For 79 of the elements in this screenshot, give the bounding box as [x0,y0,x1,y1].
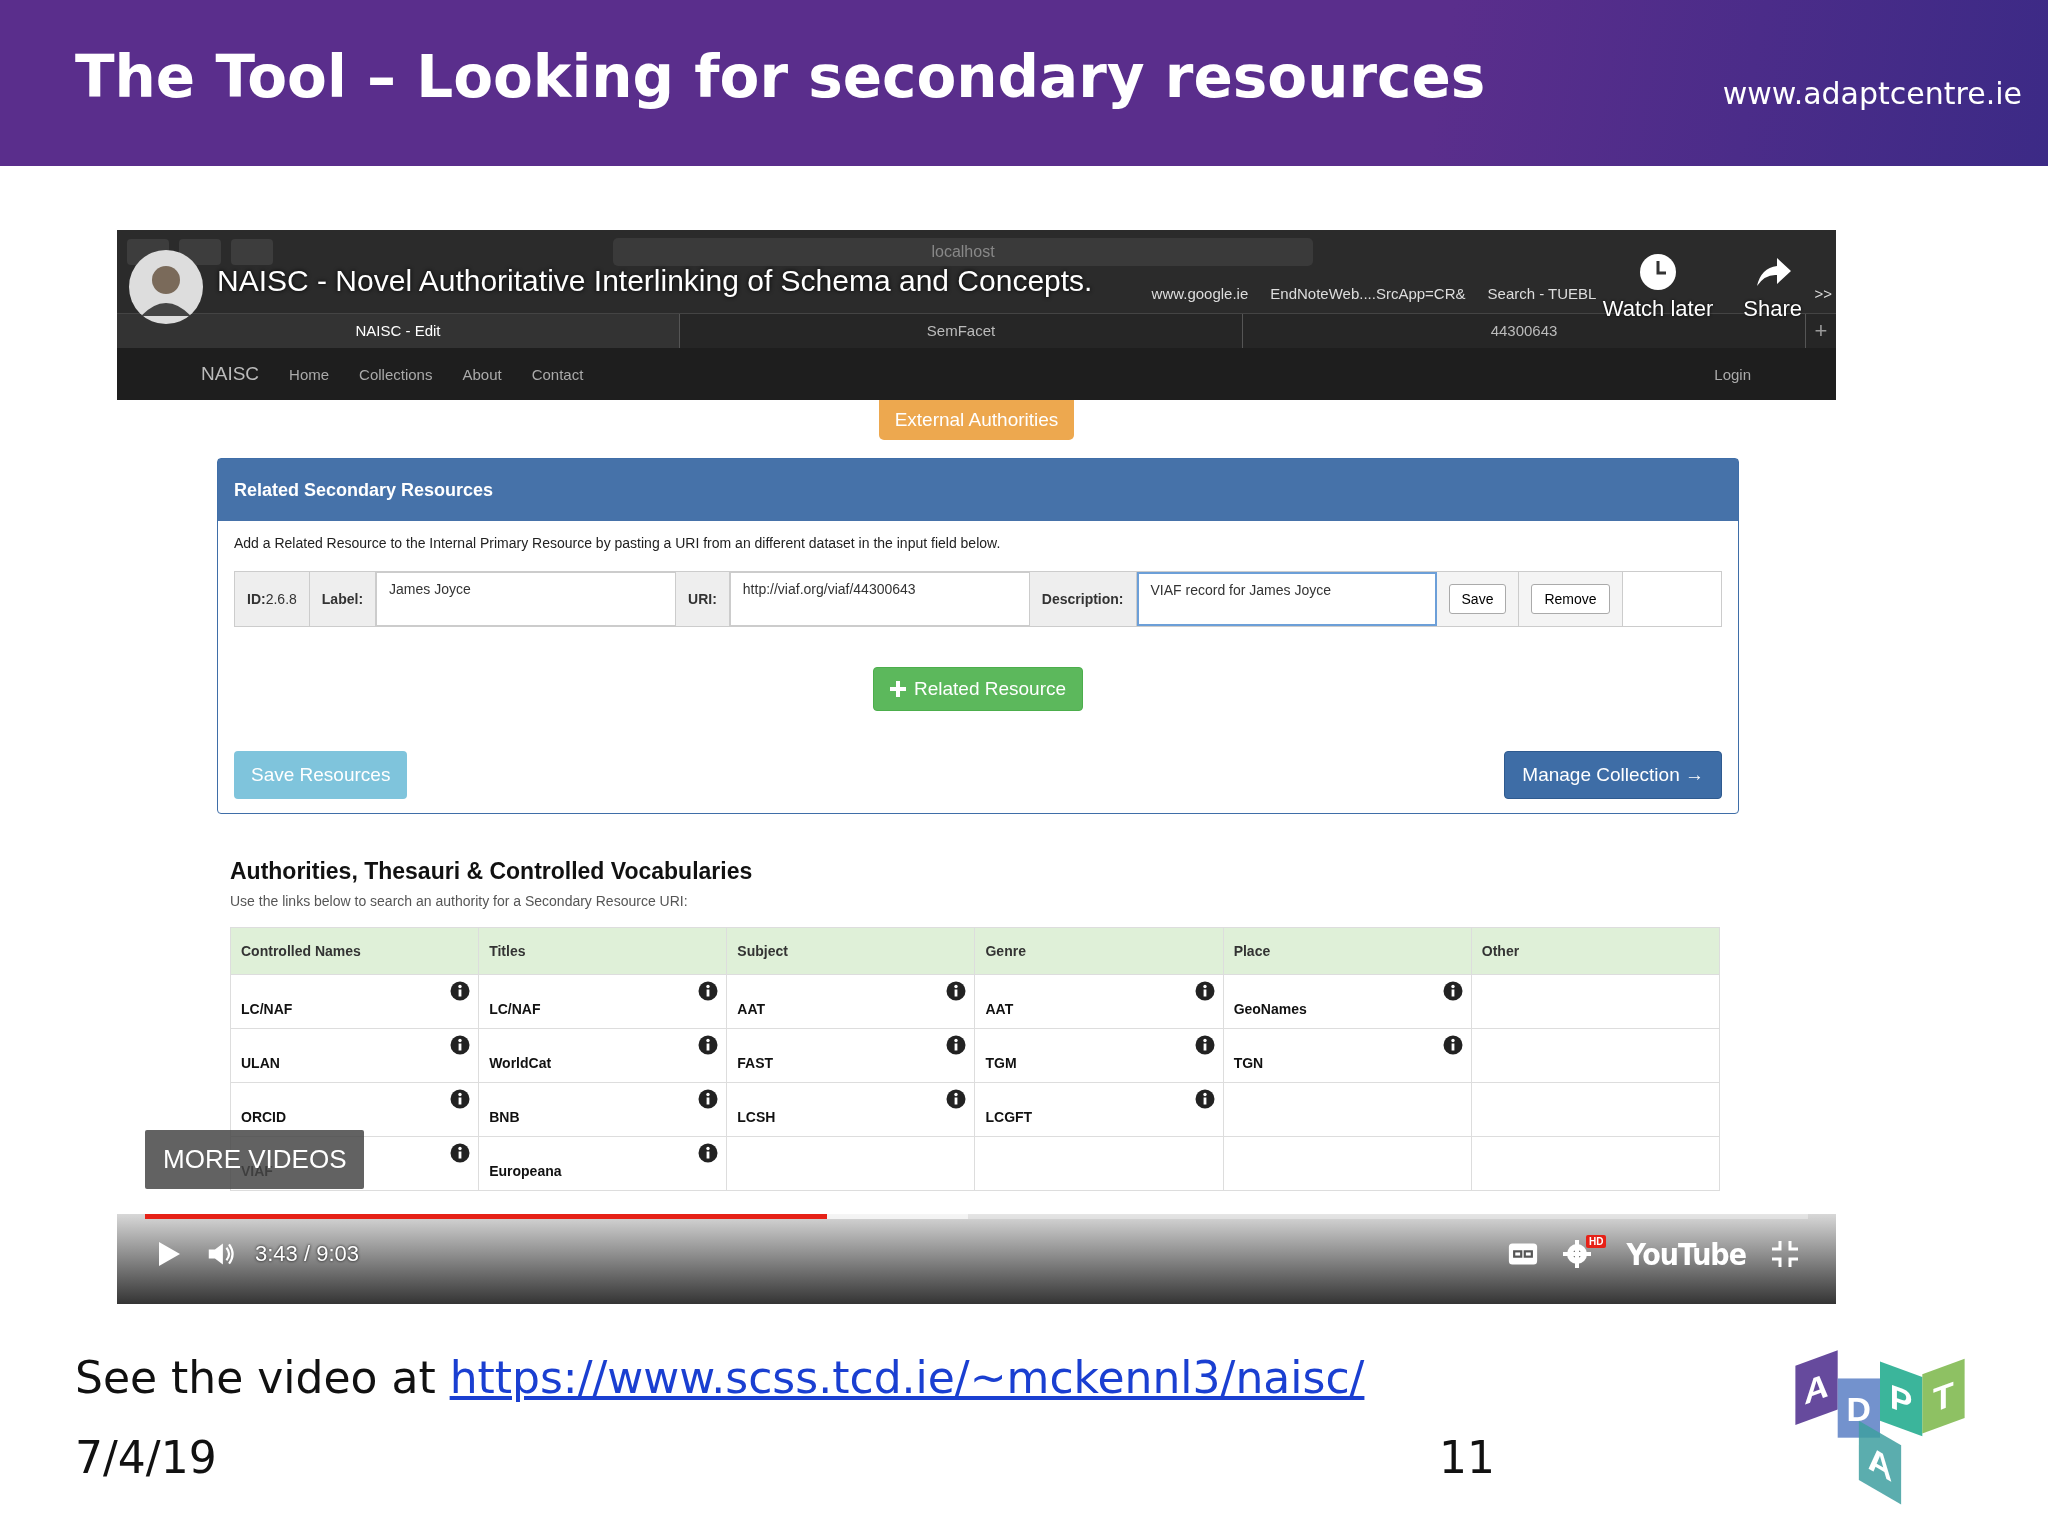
home-button[interactable] [179,238,221,265]
nav-link[interactable]: Collections [359,365,433,383]
browser-tab[interactable]: NAISC - Edit [117,314,680,348]
nav-link[interactable]: Home [289,365,330,383]
authority-link[interactable]: ORCID [241,1108,287,1125]
authority-link[interactable]: ULAN [241,1054,280,1071]
nav-link[interactable]: Contact [531,365,584,383]
row-button[interactable]: Remove [1531,584,1610,614]
info-icon[interactable] [698,1143,719,1163]
row-button[interactable]: Save [1448,584,1507,614]
authority-link[interactable]: FAST [737,1054,774,1071]
info-icon[interactable] [698,1035,719,1055]
authority-link[interactable]: LCGFT [985,1108,1033,1125]
info-icon[interactable] [1442,981,1463,1001]
avatar-icon[interactable] [129,250,203,324]
column-header: Other [1471,927,1720,975]
info-icon[interactable] [1194,981,1215,1001]
bookmark[interactable]: Search - TUEBL [1487,284,1597,302]
hd-badge: HD [1586,1235,1607,1248]
text-area[interactable]: James Joyce [376,572,677,626]
section-heading: Authorities, Thesauri & Controlled Vocabularies [230,858,754,885]
id-label: ID:2.6.8 [235,572,310,626]
new-tab-button[interactable]: + [1806,318,1836,344]
authority-link[interactable]: TGN [1233,1054,1264,1071]
nav-link[interactable]: About [462,365,502,383]
slide-title: The Tool – Looking for secondary resources [75,43,1486,111]
slide-date: 7/4/19 [75,1432,217,1483]
video-time: 3:43 / 9:03 [255,1241,359,1267]
column-header: Subject [726,927,975,975]
column-header: Titles [478,927,727,975]
authority-link[interactable]: WorldCat [489,1054,552,1071]
field-label: Description: [1029,572,1137,626]
progress-bar[interactable] [145,1214,1808,1219]
info-icon[interactable] [450,1143,471,1163]
video-link-text: See the video at https://www.scss.tcd.ie/~mckennl3/naisc/ [75,1352,1365,1403]
info-icon[interactable] [450,981,471,1001]
bookmarks-overflow[interactable]: >> [1814,284,1832,302]
authority-link[interactable]: BNB [489,1108,520,1125]
video-link[interactable]: https://www.scss.tcd.ie/~mckennl3/naisc/ [449,1352,1365,1403]
authority-link[interactable]: LC/NAF [489,1000,541,1017]
exit-fullscreen-icon[interactable] [1770,1239,1800,1269]
text-area[interactable]: http://viaf.org/viaf/44300643 [729,572,1030,626]
authority-link[interactable]: LCSH [737,1108,776,1125]
field-label: Label: [309,572,377,626]
column-header: Place [1223,927,1472,975]
section-subtitle: Use the links below to search an authority for a Secondary Resource URI: [230,893,689,909]
authority-link[interactable]: TGM [985,1054,1017,1071]
bookmark[interactable]: EndNoteWeb....SrcApp=CR& [1270,284,1466,302]
plus-icon [889,681,906,697]
website-url: www.adaptcentre.ie [1722,75,2022,111]
authority-link[interactable]: AAT [737,1000,766,1017]
clock-icon[interactable] [1638,252,1679,292]
info-icon[interactable] [1442,1035,1463,1055]
video-title[interactable]: NAISC - Novel Authoritative Interlinking of Schema and Concepts. [217,264,1093,298]
column-header: Controlled Names [230,927,479,975]
text-area[interactable]: VIAF record for James Joyce [1136,572,1437,626]
authority-link[interactable]: Europeana [489,1162,562,1179]
navbar-brand[interactable]: NAISC [201,363,260,385]
login-link[interactable]: Login [1714,365,1751,383]
adapt-logo: A D A P T [1770,1340,1990,1510]
info-icon[interactable] [946,1089,967,1109]
info-icon[interactable] [946,1035,967,1055]
info-icon[interactable] [450,1035,471,1055]
manage-collection-button[interactable]: Manage Collection → [1504,751,1722,799]
authority-link[interactable]: AAT [985,1000,1014,1017]
panel-intro: Add a Related Resource to the Internal Primary Resource by pasting a URI from an different dataset in the input field below. [234,535,1002,551]
panel-title: Related Secondary Resources [234,479,494,501]
info-icon[interactable] [1194,1035,1215,1055]
bookmark[interactable]: www.google.ie [1151,284,1249,302]
authority-link[interactable]: LC/NAF [241,1000,293,1017]
info-icon[interactable] [698,1089,719,1109]
field-label: URI: [676,572,730,626]
info-icon[interactable] [450,1089,471,1109]
column-header: Genre [974,927,1224,975]
page-number: 11 [1439,1432,1495,1483]
info-icon[interactable] [946,981,967,1001]
authority-link[interactable]: GeoNames [1233,1000,1307,1017]
info-icon[interactable] [698,981,719,1001]
info-icon[interactable] [1194,1089,1215,1109]
